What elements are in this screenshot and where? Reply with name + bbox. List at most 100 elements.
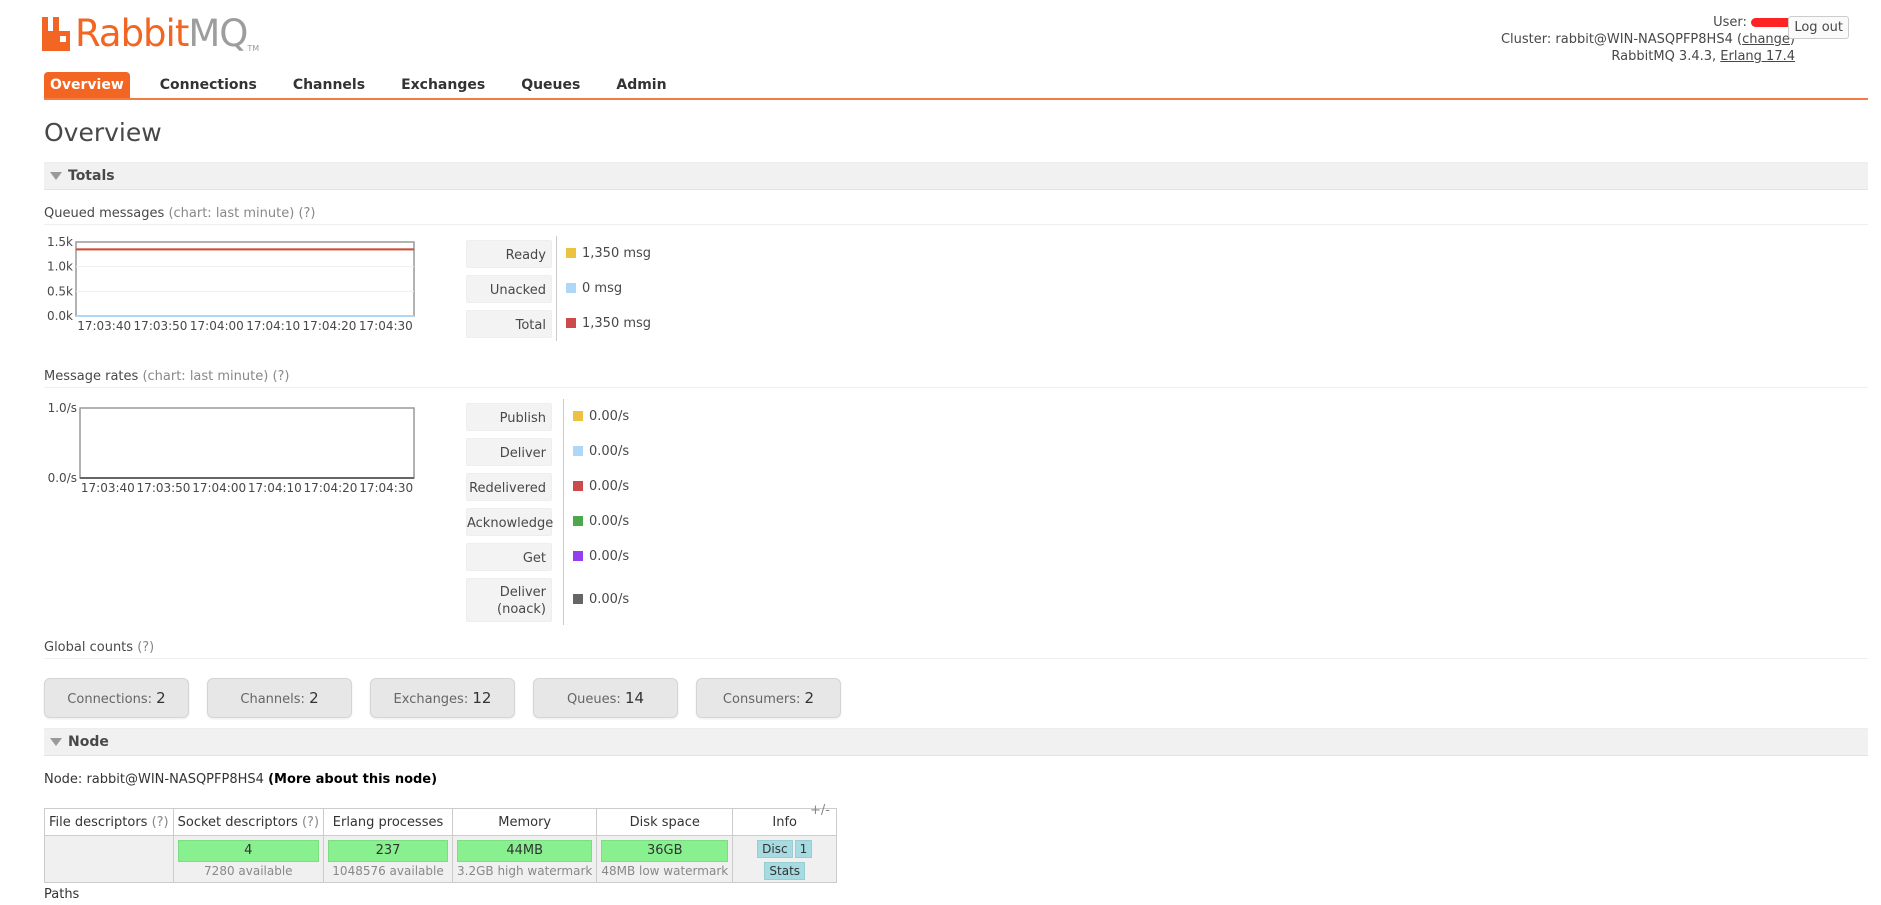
plot-frame (75, 241, 415, 317)
nav-underline (44, 98, 1868, 100)
message-rates-header: Message rates (chart: last minute) (?) (44, 369, 1868, 388)
global-count-queues[interactable]: Queues: 14 (533, 678, 678, 718)
legend-swatch (573, 411, 583, 421)
global-count-label: Connections: (67, 692, 153, 707)
y-tick-label: 0.0/s (48, 471, 77, 485)
legend-value: 0.00/s (573, 409, 629, 424)
rabbit-logo-icon (42, 17, 72, 51)
collapse-triangle-icon (50, 172, 62, 180)
y-tick-label: 0.5k (47, 284, 73, 298)
legend-value: 0 msg (566, 281, 622, 296)
y-tick-label: 1.0k (47, 260, 73, 274)
totals-section-header[interactable]: Totals (44, 162, 1868, 190)
message-rates-title: Message rates (44, 369, 139, 384)
version-text: RabbitMQ 3.4.3, (1611, 49, 1717, 64)
global-count-label: Queues: (566, 692, 621, 707)
global-count-consumers[interactable]: Consumers: 2 (696, 678, 841, 718)
global-count-value: 2 (156, 689, 166, 707)
legend-value: 0.00/s (573, 444, 629, 459)
legend-divider (563, 399, 564, 625)
x-tick-label: 17:04:00 (192, 481, 246, 495)
tab-admin[interactable]: Admin (610, 72, 672, 98)
legend-swatch (566, 283, 576, 293)
legend-label: Deliver (466, 438, 552, 466)
legend-label: Publish (466, 403, 552, 431)
collapse-triangle-icon (50, 738, 62, 746)
column-header: Socket descriptors (?) (172, 808, 325, 836)
cluster-label: Cluster: (1500, 32, 1552, 47)
logout-button[interactable]: Log out (1788, 16, 1849, 39)
erlang-version-link[interactable]: Erlang 17.4 (1720, 49, 1795, 64)
memory-bar: 44MB (457, 840, 593, 862)
erlang-processes-available: 1048576 available (332, 864, 444, 878)
x-tick-label: 17:04:10 (248, 481, 302, 495)
help-link[interactable]: (?) (152, 815, 169, 830)
column-header: File descriptors (?) (44, 808, 174, 836)
tab-exchanges[interactable]: Exchanges (395, 72, 491, 98)
global-counts-hint[interactable]: (?) (137, 640, 154, 655)
paths-header[interactable]: Paths (44, 887, 79, 902)
message-rates-chart: 0.0/s1.0/s17:03:40 17:03:50 17:04:00 17:04:… (48, 401, 415, 495)
y-tick-label: 1.0/s (48, 401, 77, 415)
main-nav: Overview Connections Channels Exchanges … (44, 72, 697, 98)
node-prefix: Node: (44, 772, 83, 787)
tab-queues[interactable]: Queues (515, 72, 586, 98)
global-count-connections[interactable]: Connections: 2 (44, 678, 189, 718)
socket-descriptors-cell: 4 7280 available (172, 835, 325, 883)
erlang-processes-cell: 237 1048576 available (323, 835, 454, 883)
info-cell: Disc 1 Stats (732, 835, 838, 883)
info-tag-stats: Stats (764, 862, 806, 880)
global-count-value: 14 (624, 689, 645, 707)
rabbitmq-logo[interactable]: Rabbit MQ TM (42, 14, 259, 54)
legend-value: 1,350 msg (566, 316, 651, 331)
memory-cell: 44MB 3.2GB high watermark (452, 835, 598, 883)
node-section-header[interactable]: Node (44, 728, 1868, 756)
legend-label: Total (466, 310, 552, 338)
global-count-value: 2 (804, 689, 815, 707)
plot-frame (79, 407, 415, 479)
column-header: Memory (452, 808, 598, 836)
legend-swatch (573, 551, 583, 561)
node-name: rabbit@WIN-NASQPFP8HS4 (86, 772, 264, 787)
file-descriptors-cell (44, 835, 174, 883)
toggle-columns-link[interactable]: +/- (810, 803, 830, 818)
legend-swatch (573, 481, 583, 491)
global-counts-header: Global counts (?) (44, 640, 1868, 659)
x-tick-label: 17:04:00 (190, 319, 244, 333)
legend-value: 0.00/s (573, 549, 629, 564)
queued-messages-header: Queued messages (chart: last minute) (?) (44, 206, 1868, 225)
tab-overview[interactable]: Overview (44, 72, 130, 98)
socket-descriptors-bar: 4 (177, 840, 320, 862)
message-rates-hint[interactable]: (chart: last minute) (?) (142, 369, 289, 384)
user-label: User: (1713, 15, 1747, 30)
legend-swatch (573, 594, 583, 604)
global-counts-title: Global counts (44, 640, 134, 655)
logo-word-rabbit: Rabbit (75, 12, 189, 55)
legend-value: 0.00/s (573, 479, 629, 494)
legend-label: Unacked (466, 275, 552, 303)
help-link[interactable]: (?) (302, 815, 319, 830)
cluster-name: rabbit@WIN-NASQPFP8HS4 (1555, 32, 1733, 47)
tab-channels[interactable]: Channels (287, 72, 371, 98)
column-header: Erlang processes (323, 808, 454, 836)
more-about-node-link[interactable]: (More about this node) (268, 772, 437, 787)
legend-swatch (573, 516, 583, 526)
tab-connections[interactable]: Connections (154, 72, 263, 98)
global-count-exchanges[interactable]: Exchanges: 12 (370, 678, 515, 718)
legend-label: Ready (466, 240, 552, 268)
totals-section-label: Totals (68, 168, 115, 184)
legend-label: Redelivered (466, 473, 552, 501)
info-tag-count: 1 (794, 840, 813, 858)
queued-messages-hint[interactable]: (chart: last minute) (?) (168, 206, 315, 221)
global-count-label: Consumers: (722, 692, 801, 707)
change-cluster-link[interactable]: change (1742, 32, 1790, 47)
global-count-label: Channels: (240, 692, 305, 707)
global-count-label: Exchanges: (393, 692, 469, 707)
x-tick-label: 17:03:50 (134, 319, 188, 333)
legend-label: Get (466, 543, 552, 571)
global-count-channels[interactable]: Channels: 2 (207, 678, 352, 718)
legend-label: Deliver (noack) (466, 578, 552, 622)
logo-trademark: TM (247, 44, 260, 53)
page-title: Overview (44, 118, 162, 147)
x-tick-label: 17:03:50 (137, 481, 191, 495)
